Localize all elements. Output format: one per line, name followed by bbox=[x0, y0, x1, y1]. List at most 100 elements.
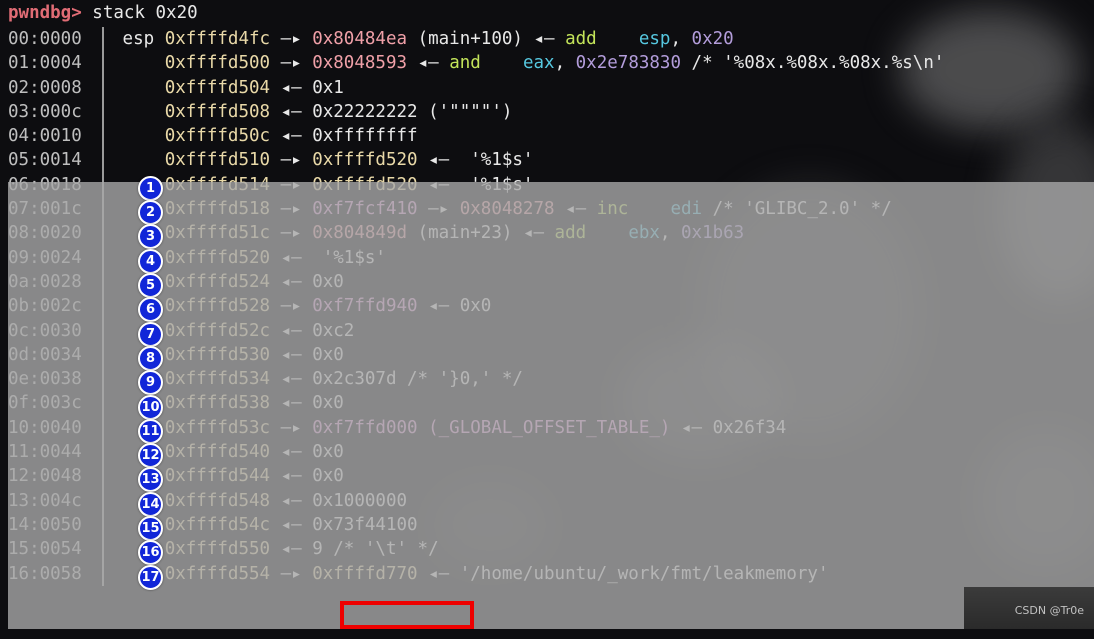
stack-row-offset: 0c:0030 bbox=[8, 320, 82, 341]
stack-row-content: 0xffffd528 —▸ 0xf7ffd940 ◂— 0x0 bbox=[164, 296, 492, 317]
stack-row[interactable]: 15:0054 0xffffd550 ◂— 9 /* '\t' */ bbox=[0, 537, 1094, 562]
stack-row-offset: 11:0044 bbox=[8, 442, 82, 463]
stack-row-offset: 05:0014 bbox=[8, 150, 82, 171]
stack-row-content: 0xffffd504 ◂— 0x1 bbox=[164, 77, 344, 98]
clipped-bottom-row: 17:005c 0xffffd558 —▸ 0xf7e15470 (__libc… bbox=[0, 629, 1094, 639]
step-badge-4: 4 bbox=[138, 248, 163, 274]
stack-row[interactable]: 01:0004 0xffffd500 —▸ 0x8048593 ◂— and e… bbox=[0, 51, 1094, 76]
stack-row[interactable]: 08:0020 0xffffd51c —▸ 0x804849d (main+23… bbox=[0, 221, 1094, 246]
step-badge-17: 17 bbox=[138, 564, 163, 590]
stack-row-offset: 14:0050 bbox=[8, 514, 82, 535]
column-separator bbox=[102, 367, 104, 392]
stack-row-offset: 0b:002c bbox=[8, 296, 82, 317]
stack-row-offset: 15:0054 bbox=[8, 539, 82, 560]
pwndbg-terminal-window: pwndbg> stack 0x20 00:0000 esp 0xffffd4fc… bbox=[0, 0, 1094, 639]
stack-row[interactable]: 0a:0028 0xffffd524 ◂— 0x0 bbox=[0, 269, 1094, 295]
stack-row-offset: 06:0018 bbox=[8, 174, 82, 195]
stack-row[interactable]: 00:0000 esp 0xffffd4fc —▸ 0x80484ea (mai… bbox=[0, 27, 1094, 52]
stack-row-content: 0xffffd508 ◂— 0x22222222 ('""""') bbox=[164, 101, 513, 122]
stack-row-offset: 0f:003c bbox=[8, 393, 82, 414]
column-separator bbox=[102, 197, 104, 222]
column-separator bbox=[102, 269, 104, 295]
stack-row-offset: 0e:0038 bbox=[8, 369, 82, 390]
highlight-rectangle bbox=[340, 601, 474, 629]
step-badge-8: 8 bbox=[138, 345, 163, 371]
column-separator bbox=[102, 561, 104, 586]
stack-row[interactable]: 10:0040 0xffffd53c —▸ 0xf7ffd000 (_GLOBA… bbox=[0, 415, 1094, 441]
stack-row[interactable]: 16:0058 0xffffd554 —▸ 0xffffd770 ◂— '/ho… bbox=[0, 561, 1094, 586]
column-separator bbox=[102, 415, 104, 441]
stack-row[interactable]: 02:0008 0xffffd504 ◂— 0x1 bbox=[0, 75, 1094, 100]
stack-row[interactable]: 12:0048 0xffffd544 ◂— 0x0 bbox=[0, 464, 1094, 489]
stack-row[interactable]: 0e:0038 0xffffd534 ◂— 0x2c307d /* '}0,' … bbox=[0, 367, 1094, 392]
stack-row-offset: 02:0008 bbox=[8, 77, 82, 98]
column-separator bbox=[102, 391, 104, 416]
stack-row-content: 0xffffd53c —▸ 0xf7ffd000 (_GLOBAL_OFFSET… bbox=[164, 417, 787, 438]
stack-row-offset: 09:0024 bbox=[8, 247, 82, 268]
stack-row-offset: 16:0058 bbox=[8, 563, 82, 584]
stack-row[interactable]: 09:0024 0xffffd520 ◂— '%1$s' bbox=[0, 245, 1094, 270]
stack-row[interactable]: 07:001c 0xffffd518 —▸ 0xf7fcf410 —▸ 0x80… bbox=[0, 197, 1094, 222]
column-separator bbox=[102, 440, 104, 465]
stack-row-offset: 13:004c bbox=[8, 490, 82, 511]
stack-row-offset: 00:0000 bbox=[8, 29, 82, 49]
stack-row-content: 0xffffd510 —▸ 0xffffd520 ◂— '%1$s' bbox=[164, 150, 534, 171]
step-badge-2: 2 bbox=[138, 200, 163, 226]
column-separator bbox=[102, 537, 104, 562]
stack-row[interactable]: 0b:002c 0xffffd528 —▸ 0xf7ffd940 ◂— 0x0 bbox=[0, 294, 1094, 319]
stack-row[interactable]: 14:0050 0xffffd54c ◂— 0x73f44100 bbox=[0, 512, 1094, 538]
step-badge-7: 7 bbox=[138, 321, 163, 347]
column-separator bbox=[102, 488, 104, 513]
column-separator bbox=[102, 124, 104, 149]
column-separator bbox=[102, 464, 104, 489]
stack-row-offset: 04:0010 bbox=[8, 126, 82, 147]
step-badge-14: 14 bbox=[138, 491, 163, 517]
stack-row-content: 0xffffd514 —▸ 0xffffd520 ◂— '%1$s' bbox=[164, 174, 534, 195]
stack-row-content: 0xffffd554 —▸ 0xffffd770 ◂— '/home/ubunt… bbox=[164, 563, 829, 584]
column-separator bbox=[102, 512, 104, 538]
stack-row-content: 0xffffd534 ◂— 0x2c307d /* '}0,' */ bbox=[164, 369, 523, 390]
stack-row-content: esp 0xffffd4fc —▸ 0x80484ea (main+100) ◂… bbox=[112, 29, 734, 49]
stack-row[interactable]: 0d:0034 0xffffd530 ◂— 0x0 bbox=[0, 342, 1094, 368]
column-separator bbox=[102, 172, 104, 198]
command-prompt-line: pwndbg> stack 0x20 bbox=[0, 0, 1094, 27]
stack-row-offset: 03:000c bbox=[8, 101, 82, 122]
column-separator bbox=[102, 51, 104, 76]
step-badge-11: 11 bbox=[138, 418, 163, 444]
watermark-label: CSDN @Tr0e bbox=[1014, 603, 1084, 617]
stack-row[interactable]: 06:0018 0xffffd514 —▸ 0xffffd520 ◂— '%1$… bbox=[0, 172, 1094, 198]
column-separator bbox=[102, 221, 104, 246]
column-separator bbox=[102, 148, 104, 173]
stack-row-offset: 08:0020 bbox=[8, 223, 82, 244]
column-separator bbox=[102, 75, 104, 100]
step-badge-15: 15 bbox=[138, 516, 163, 541]
stack-row[interactable]: 04:0010 0xffffd50c ◂— 0xffffffff bbox=[0, 124, 1094, 149]
step-badge-12: 12 bbox=[138, 443, 163, 469]
stack-row-content: 0xffffd51c —▸ 0x804849d (main+23) ◂— add… bbox=[164, 223, 745, 244]
column-separator bbox=[102, 294, 104, 319]
command-text: stack 0x20 bbox=[81, 3, 198, 24]
stack-row-content: 0xffffd518 —▸ 0xf7fcf410 —▸ 0x8048278 ◂—… bbox=[164, 199, 892, 220]
column-separator bbox=[102, 318, 104, 343]
column-separator bbox=[102, 99, 104, 125]
stack-row-offset: 0a:0028 bbox=[8, 271, 82, 292]
stack-row[interactable]: 05:0014 0xffffd510 —▸ 0xffffd520 ◂— '%1$… bbox=[0, 148, 1094, 173]
stack-row-offset: 0d:0034 bbox=[8, 344, 82, 365]
stack-row[interactable]: 0f:003c 0xffffd538 ◂— 0x0 bbox=[0, 391, 1094, 416]
stack-row-offset: 12:0048 bbox=[8, 466, 82, 487]
stack-row-offset: 07:001c bbox=[8, 199, 82, 220]
stack-row-offset: 01:0004 bbox=[8, 53, 82, 74]
stack-row-content: 0xffffd500 —▸ 0x8048593 ◂— and eax, 0x2e… bbox=[164, 53, 945, 74]
step-badge-5: 5 bbox=[138, 273, 163, 298]
stack-row[interactable]: 03:000c 0xffffd508 ◂— 0x22222222 ('""""'… bbox=[0, 99, 1094, 125]
stack-row-content: 0xffffd50c ◂— 0xffffffff bbox=[164, 126, 418, 147]
prompt-label: pwndbg> bbox=[8, 3, 82, 24]
stack-row-offset: 10:0040 bbox=[8, 417, 82, 438]
stack-row[interactable]: 11:0044 0xffffd540 ◂— 0x0 bbox=[0, 440, 1094, 465]
step-badge-1: 1 bbox=[138, 175, 163, 201]
stack-row[interactable]: 0c:0030 0xffffd52c ◂— 0xc2 bbox=[0, 318, 1094, 343]
column-separator bbox=[102, 27, 104, 52]
stack-dump-rows: pwndbg> stack 0x20 00:0000 esp 0xffffd4fc… bbox=[0, 0, 1094, 586]
stack-row[interactable]: 13:004c 0xffffd548 ◂— 0x1000000 bbox=[0, 488, 1094, 513]
column-separator bbox=[102, 245, 104, 270]
